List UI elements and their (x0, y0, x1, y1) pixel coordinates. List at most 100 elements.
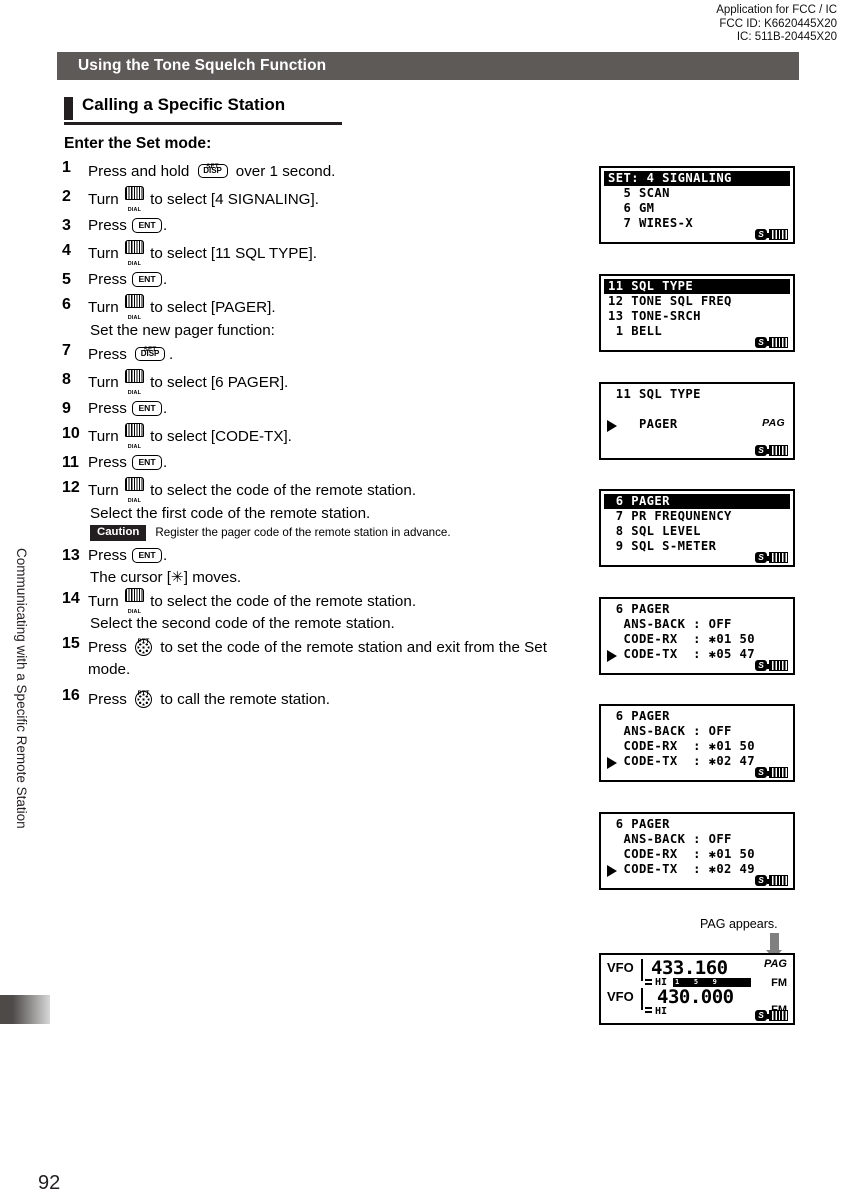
vfo-frequency-a: 433.160 (651, 957, 728, 979)
lcd-status-indicators: S (755, 552, 788, 563)
step-text: Turn DIAL to select [4 SIGNALING]. (88, 186, 562, 213)
step-number: 10 (62, 425, 80, 443)
step-text: Press ENT. (88, 546, 168, 564)
lcd-selection-arrow-icon (607, 420, 617, 432)
lcd-text-row: CODE-RX : ✱01 50 (608, 847, 756, 861)
dial-knob-body (124, 240, 144, 255)
step-text: Turn DIAL to select the code of the remo… (88, 477, 562, 504)
lcd-status-indicators: S (755, 660, 788, 671)
lcd-text-row: 7 WIRES-X (608, 216, 694, 230)
lcd-inner: 6 PAGER 7 PR FREQUNENCY 8 SQL LEVEL 9 SQ… (601, 491, 793, 565)
dial-knob-icon: DIAL (124, 369, 144, 396)
lcd-text-row: 12 TONE SQL FREQ (608, 294, 732, 308)
lcd-inner: SET: 4 SIGNALING 5 SCAN 6 GM 7 WIRES-X S (601, 168, 793, 242)
battery-icon (766, 660, 788, 671)
step-text: Press PTT to call the remote station. (88, 685, 562, 711)
step-text: Turn DIAL to select [PAGER]. (88, 294, 562, 321)
step-number: 5 (62, 270, 71, 288)
lcd-screen-pager-code-tx-0249: 6 PAGER ANS-BACK : OFF CODE-RX : ✱01 50 … (599, 812, 795, 890)
dial-knob-icon: DIAL (124, 587, 144, 615)
section-heading: Calling a Specific Station (64, 95, 344, 126)
vfo-label-a: VFO (607, 960, 634, 975)
instruction-step: 1 Press and hold SET DISP over 1 second. (62, 157, 562, 183)
step-number: 8 (62, 371, 71, 389)
vfo-tick-a2 (645, 983, 652, 985)
ptt-key-body (135, 639, 153, 657)
instruction-list: Enter the Set mode: 1 Press and hold SET DI… (62, 136, 562, 714)
vfo-status-indicators: S (755, 1010, 788, 1021)
lcd-status-indicators: S (755, 445, 788, 456)
ent-key-icon: ENT (132, 400, 163, 416)
lcd-text-row: ANS-BACK : OFF (608, 832, 732, 846)
step-text: Press ENT. (88, 216, 168, 234)
step-text: Turn DIAL to select [11 SQL TYPE]. (88, 240, 562, 267)
disp-key-icon: SET DISP (133, 340, 167, 362)
lcd-text-row: 11 SQL TYPE (608, 387, 701, 401)
s-badge-icon: S (755, 767, 767, 778)
lcd-inner: 6 PAGER ANS-BACK : OFF CODE-RX : ✱01 50 … (601, 599, 793, 673)
ent-key-body: ENT (132, 454, 163, 470)
disp-key-body: DISP (135, 346, 166, 361)
lcd-pag-indicator: PAG (762, 417, 785, 429)
vfo-frequency-b: 430.000 (657, 986, 734, 1008)
pag-annotation-arrow (766, 933, 782, 959)
instruction-step: 2 Turn DIAL to select [4 SIGNALING]. (62, 186, 562, 213)
ptt-key-icon: PTT (133, 633, 154, 657)
lcd-header-row: SET: 4 SIGNALING (604, 171, 790, 186)
s-badge-icon: S (755, 229, 767, 240)
step-text: Turn DIAL to select [CODE-TX]. (88, 423, 562, 450)
lcd-inner: 6 PAGER ANS-BACK : OFF CODE-RX : ✱01 50 … (601, 706, 793, 780)
instruction-step: 14 Turn DIAL to select the code of the re… (62, 587, 562, 615)
battery-icon (766, 445, 788, 456)
lcd-screen-pager-code-tx-0547: 6 PAGER ANS-BACK : OFF CODE-RX : ✱01 50 … (599, 597, 795, 675)
battery-icon (766, 767, 788, 778)
ptt-key-body (135, 690, 153, 708)
chapter-title-bar: Using the Tone Squelch Function (57, 52, 799, 80)
instruction-step: 5 Press ENT. (62, 269, 562, 291)
lcd-text-row: 5 SCAN (608, 186, 670, 200)
ent-key-body: ENT (132, 547, 163, 563)
s-badge-icon: S (755, 1010, 767, 1021)
dial-knob-body (124, 186, 144, 201)
lcd-screen-set-menu-signaling: SET: 4 SIGNALING 5 SCAN 6 GM 7 WIRES-X S (599, 166, 795, 244)
regulatory-header: Application for FCC / IC FCC ID: K662044… (716, 4, 837, 45)
lcd-inner: 11 SQL TYPE PAGER PAG S (601, 384, 793, 458)
dial-knob-body (124, 587, 144, 602)
instruction-step: 11 Press ENT. (62, 452, 562, 474)
instruction-step: 15 Press PTT to set the code of the remot… (62, 633, 562, 681)
dial-knob-label: DIAL (127, 498, 142, 505)
lcd-text-row: 6 PAGER (608, 817, 670, 831)
lcd-text-row: CODE-RX : ✱01 50 (608, 632, 756, 646)
lcd-selection-arrow-icon (607, 757, 617, 769)
dial-knob-label: DIAL (127, 608, 142, 615)
step-text: Press PTT to set the code of the remote … (88, 633, 562, 681)
lcd-inner: 11 SQL TYPE 12 TONE SQL FREQ 13 TONE-SRCH … (601, 276, 793, 350)
disp-key-icon: SET DISP (196, 157, 230, 179)
step-number: 7 (62, 341, 71, 359)
lcd-screen-pager-menu: 6 PAGER 7 PR FREQUNENCY 8 SQL LEVEL 9 SQ… (599, 489, 795, 567)
section-marker-block (64, 97, 73, 120)
step-number: 11 (62, 453, 79, 471)
lcd-text-row: 13 TONE-SRCH (608, 309, 701, 323)
instruction-step: 4 Turn DIAL to select [11 SQL TYPE]. (62, 240, 562, 267)
chapter-title: Using the Tone Squelch Function (78, 57, 327, 74)
caution-text: Register the pager code of the remote st… (155, 526, 451, 540)
step-text: Press ENT. (88, 270, 168, 288)
step-text: Press ENT. (88, 453, 168, 471)
vfo-divider-a (641, 959, 643, 981)
dial-knob-icon: DIAL (124, 477, 144, 504)
pager-subheading: Set the new pager function: (90, 321, 275, 339)
ent-key-body: ENT (132, 400, 163, 416)
instruction-step: 6 Turn DIAL to select [PAGER]. (62, 294, 562, 321)
battery-icon (766, 1010, 788, 1021)
step-number: 15 (62, 635, 80, 653)
battery-icon (766, 337, 788, 348)
instruction-step: 7 Press SET DISP. (62, 340, 562, 366)
instruction-step: 16 Press PTT to call the remote station. (62, 685, 562, 711)
instructions-lead: Enter the Set mode: (64, 135, 212, 152)
caution-block: Caution Register the pager code of the re… (90, 525, 562, 541)
lcd-text-row: ANS-BACK : OFF (608, 724, 732, 738)
instruction-step: 10 Turn DIAL to select [CODE-TX]. (62, 423, 562, 450)
dial-knob-icon: DIAL (124, 186, 144, 213)
caution-badge: Caution (90, 525, 147, 541)
